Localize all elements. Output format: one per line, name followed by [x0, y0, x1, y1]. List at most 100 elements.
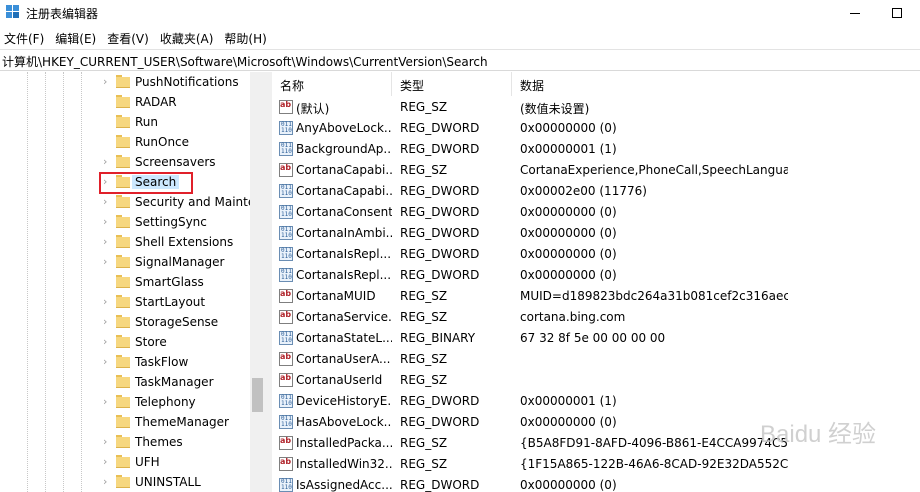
binary-value-icon: 011 110: [279, 394, 293, 408]
minimize-button[interactable]: [832, 0, 878, 26]
value-data: (数值未设置): [520, 102, 590, 116]
value-data: 0x00002e00 (11776): [520, 184, 647, 198]
tree-item[interactable]: › UNINSTALL: [100, 472, 260, 492]
chevron-right-icon[interactable]: ›: [103, 436, 112, 448]
value-type: REG_DWORD: [400, 142, 480, 156]
tree-guide-line: [27, 72, 28, 492]
folder-icon: [116, 415, 130, 428]
tree-item[interactable]: RADAR: [100, 92, 260, 112]
column-header-name[interactable]: 名称: [272, 72, 392, 96]
value-row[interactable]: 011 110 CortanaCapabi... REG_DWORD 0x00002e…: [272, 181, 920, 202]
binary-value-icon: 011 110: [279, 205, 293, 219]
value-row[interactable]: ab CortanaUserA... REG_SZ: [272, 349, 920, 370]
tree-scrollbar[interactable]: [250, 72, 265, 492]
value-data: 0x00000000 (0): [520, 205, 617, 219]
value-name: InstalledPacka...: [296, 436, 392, 450]
value-type: REG_DWORD: [400, 478, 480, 492]
minimize-icon: [850, 12, 860, 14]
tree-item[interactable]: TaskManager: [100, 372, 260, 392]
value-row[interactable]: ab CortanaUserId REG_SZ: [272, 370, 920, 391]
tree-item[interactable]: › SettingSync: [100, 212, 260, 232]
value-row[interactable]: 011 110 AnyAboveLock... REG_DWORD 0x0000000…: [272, 118, 920, 139]
chevron-right-icon[interactable]: ›: [103, 476, 112, 488]
chevron-right-icon[interactable]: ›: [103, 76, 112, 88]
value-type: REG_SZ: [400, 100, 448, 114]
address-bar[interactable]: 计算机\HKEY_CURRENT_USER\Software\Microsoft…: [0, 49, 920, 71]
menu-edit[interactable]: 编辑(E): [51, 27, 103, 48]
binary-value-icon: 011 110: [279, 247, 293, 261]
tree-item[interactable]: › Shell Extensions: [100, 232, 260, 252]
tree-item[interactable]: › UFH: [100, 452, 260, 472]
string-value-icon: ab: [279, 352, 293, 366]
maximize-button[interactable]: [874, 0, 920, 26]
tree-item-label: SignalManager: [135, 255, 225, 269]
value-row[interactable]: 011 110 DeviceHistoryE... REG_DWORD 0x00000…: [272, 391, 920, 412]
chevron-right-icon[interactable]: ›: [103, 316, 112, 328]
folder-icon: [116, 215, 130, 228]
tree-item[interactable]: › StartLayout: [100, 292, 260, 312]
chevron-right-icon[interactable]: ›: [103, 336, 112, 348]
chevron-right-icon[interactable]: ›: [103, 216, 112, 228]
value-row[interactable]: ab InstalledWin32... REG_SZ {1F15A865-122B-…: [272, 454, 920, 475]
value-row[interactable]: 011 110 CortanaStateL... REG_BINARY 67 32 8…: [272, 328, 920, 349]
tree-item[interactable]: › Screensavers: [100, 152, 260, 172]
value-row[interactable]: ab CortanaCapabi... REG_SZ CortanaExperienc…: [272, 160, 920, 181]
folder-icon: [116, 395, 130, 408]
tree-item[interactable]: RunOnce: [100, 132, 260, 152]
column-header-type[interactable]: 类型: [392, 72, 512, 96]
chevron-right-icon[interactable]: ›: [103, 356, 112, 368]
binary-value-icon: 011 110: [279, 142, 293, 156]
chevron-right-icon[interactable]: ›: [103, 296, 112, 308]
tree-item[interactable]: › Telephony: [100, 392, 260, 412]
folder-icon: [116, 135, 130, 148]
tree-item[interactable]: › Store: [100, 332, 260, 352]
chevron-right-icon[interactable]: ›: [103, 236, 112, 248]
value-type: REG_SZ: [400, 373, 448, 387]
value-name: CortanaCapabi...: [296, 163, 392, 177]
tree-item[interactable]: › Themes: [100, 432, 260, 452]
tree-guide-line: [63, 72, 64, 492]
tree-item[interactable]: › PushNotifications: [100, 72, 260, 92]
pane-splitter[interactable]: [265, 72, 272, 492]
tree-guide-line: [81, 72, 82, 492]
tree-item[interactable]: ThemeManager: [100, 412, 260, 432]
folder-icon: [116, 455, 130, 468]
value-row[interactable]: ab CortanaMUID REG_SZ MUID=d189823bdc264a31…: [272, 286, 920, 307]
tree-item-label: RunOnce: [135, 135, 190, 149]
chevron-right-icon[interactable]: ›: [103, 396, 112, 408]
value-row[interactable]: 011 110 CortanaIsRepl... REG_DWORD 0x000000…: [272, 244, 920, 265]
tree-item-label: Store: [135, 335, 167, 349]
chevron-right-icon[interactable]: ›: [103, 456, 112, 468]
value-row[interactable]: ab CortanaService... REG_SZ cortana.bing.co…: [272, 307, 920, 328]
tree-item[interactable]: › StorageSense: [100, 312, 260, 332]
regedit-icon: [6, 5, 20, 19]
menu-file[interactable]: 文件(F): [0, 27, 51, 48]
chevron-right-icon[interactable]: ›: [103, 256, 112, 268]
tree-item[interactable]: › TaskFlow: [100, 352, 260, 372]
value-type: REG_DWORD: [400, 205, 480, 219]
menu-favorites[interactable]: 收藏夹(A): [156, 27, 221, 48]
tree-item[interactable]: Run: [100, 112, 260, 132]
value-row[interactable]: 011 110 BackgroundAp... REG_DWORD 0x0000000…: [272, 139, 920, 160]
menu-help[interactable]: 帮助(H): [220, 27, 273, 48]
chevron-right-icon[interactable]: ›: [103, 196, 112, 208]
tree-scrollbar-thumb[interactable]: [252, 378, 263, 412]
value-row[interactable]: 011 110 CortanaInAmbi... REG_DWORD 0x000000…: [272, 223, 920, 244]
value-row[interactable]: ab (默认) REG_SZ (数值未设置): [272, 97, 920, 118]
value-row[interactable]: 011 110 CortanaIsRepl... REG_DWORD 0x000000…: [272, 265, 920, 286]
value-data: 0x00000000 (0): [520, 247, 617, 261]
watermark: Baidu 经验: [760, 421, 877, 448]
menu-view[interactable]: 查看(V): [103, 27, 156, 48]
value-type: REG_DWORD: [400, 226, 480, 240]
value-row[interactable]: 011 110 CortanaConsent REG_DWORD 0x00000000…: [272, 202, 920, 223]
tree-item[interactable]: SmartGlass: [100, 272, 260, 292]
tree-item[interactable]: › Security and Mainte: [100, 192, 260, 212]
value-row[interactable]: 011 110 IsAssignedAcc... REG_DWORD 0x000000…: [272, 475, 920, 492]
value-data: 0x00000000 (0): [520, 226, 617, 240]
column-header-data[interactable]: 数据: [512, 72, 920, 96]
folder-icon: [116, 315, 130, 328]
value-name: CortanaConsent: [296, 205, 392, 219]
folder-icon: [116, 235, 130, 248]
chevron-right-icon[interactable]: ›: [103, 156, 112, 168]
tree-item[interactable]: › SignalManager: [100, 252, 260, 272]
